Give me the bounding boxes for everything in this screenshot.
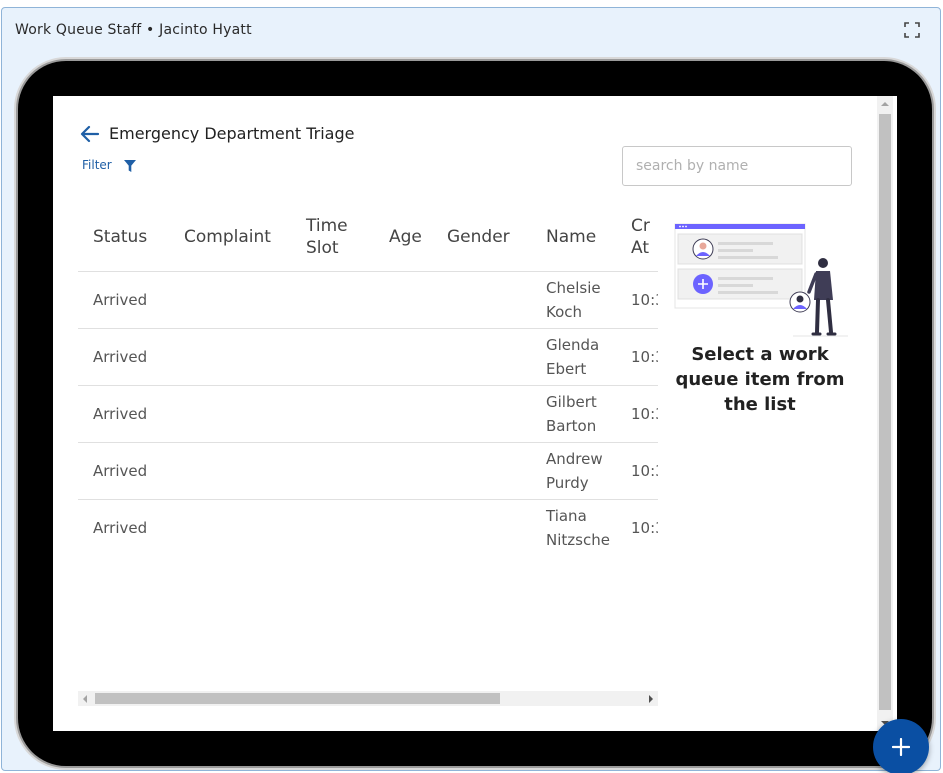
table-row[interactable]: Arrived Tiana Nitzsche 10:3 (78, 499, 658, 556)
cell-status: Arrived (78, 442, 168, 500)
column-header-text: Time (306, 216, 348, 237)
cell-gender (434, 328, 533, 386)
first-name: Andrew (546, 449, 603, 468)
filter-button[interactable]: Filter (82, 158, 112, 172)
cell-complaint (168, 442, 291, 500)
first-name: Glenda (546, 335, 600, 354)
tablet-screen: Emergency Department Triage Filter Statu… (53, 96, 897, 731)
cell-created-at: 10:3 (620, 385, 658, 443)
cell-status: Arrived (78, 271, 168, 329)
table-row[interactable]: Arrived Andrew Purdy 10:3 (78, 442, 658, 500)
column-header-text: At (631, 238, 649, 259)
horizontal-scroll-thumb[interactable] (95, 693, 500, 704)
cell-complaint (168, 328, 291, 386)
cell-age (368, 442, 434, 500)
last-name: Barton (546, 416, 597, 435)
cell-gender (434, 442, 533, 500)
last-name: Ebert (546, 359, 587, 378)
cell-gender (434, 385, 533, 443)
table-row[interactable]: Arrived Glenda Ebert 10:3 (78, 328, 658, 386)
cell-age (368, 328, 434, 386)
cell-time-slot (291, 328, 368, 386)
cell-name: Tiana Nitzsche (533, 499, 620, 556)
empty-state-line: Select a work (691, 344, 829, 365)
horizontal-scrollbar[interactable] (78, 691, 658, 706)
panel-title: Work Queue Staff • Jacinto Hyatt (15, 22, 252, 38)
search-input[interactable] (622, 146, 852, 186)
cell-name: Andrew Purdy (533, 442, 620, 500)
empty-state-line: the list (724, 394, 796, 415)
cell-name: Chelsie Koch (533, 271, 620, 329)
cell-name: Glenda Ebert (533, 328, 620, 386)
table-header-row: Status Complaint Time Slot Age Gender Nam… (78, 204, 658, 272)
cell-time-slot (291, 442, 368, 500)
empty-state-illustration (674, 223, 848, 337)
cell-age (368, 385, 434, 443)
empty-state-line: queue item from (675, 369, 845, 390)
cell-created-at: 10:3 (620, 271, 658, 329)
queue-table: Status Complaint Time Slot Age Gender Nam… (78, 204, 658, 556)
cell-complaint (168, 499, 291, 556)
cell-time-slot (291, 499, 368, 556)
scroll-up-icon[interactable] (881, 102, 889, 106)
last-name: Purdy (546, 473, 589, 492)
column-header-age[interactable]: Age (368, 204, 434, 272)
add-button[interactable] (873, 719, 929, 773)
column-header-time-slot[interactable]: Time Slot (291, 204, 368, 272)
cell-name: Gilbert Barton (533, 385, 620, 443)
cell-gender (434, 499, 533, 556)
cell-status: Arrived (78, 499, 168, 556)
queue-title: Emergency Department Triage (109, 124, 355, 143)
scroll-right-icon[interactable] (649, 695, 653, 703)
vertical-scroll-thumb[interactable] (879, 114, 891, 710)
cell-created-at: 10:3 (620, 328, 658, 386)
vertical-scrollbar[interactable] (877, 96, 893, 731)
column-header-text: Cr (631, 216, 650, 237)
first-name: Gilbert (546, 392, 597, 411)
arrow-left-icon[interactable] (80, 125, 100, 143)
cell-age (368, 271, 434, 329)
table-row[interactable]: Arrived Chelsie Koch 10:3 (78, 271, 658, 329)
cell-time-slot (291, 385, 368, 443)
expand-icon[interactable] (904, 22, 920, 38)
last-name: Nitzsche (546, 530, 610, 549)
empty-state-message: Select a work queue item from the list (665, 342, 855, 417)
column-header-status[interactable]: Status (78, 204, 168, 272)
cell-complaint (168, 271, 291, 329)
column-header-created-at[interactable]: Cr At (620, 204, 658, 272)
first-name: Tiana (546, 506, 587, 525)
queue-table-viewport: Status Complaint Time Slot Age Gender Nam… (78, 204, 658, 556)
cell-status: Arrived (78, 328, 168, 386)
tablet-device-frame: Emergency Department Triage Filter Statu… (18, 61, 932, 766)
last-name: Koch (546, 302, 583, 321)
cell-age (368, 499, 434, 556)
scroll-left-icon[interactable] (83, 695, 87, 703)
cell-gender (434, 271, 533, 329)
column-header-gender[interactable]: Gender (434, 204, 533, 272)
column-header-name[interactable]: Name (533, 204, 620, 272)
table-row[interactable]: Arrived Gilbert Barton 10:3 (78, 385, 658, 443)
cell-status: Arrived (78, 385, 168, 443)
plus-icon (892, 738, 910, 756)
first-name: Chelsie (546, 278, 601, 297)
funnel-icon[interactable] (124, 160, 136, 173)
cell-created-at: 10:3 (620, 442, 658, 500)
work-queue-panel: Work Queue Staff • Jacinto Hyatt Emergen… (1, 7, 941, 771)
column-header-text: Slot (306, 238, 339, 259)
column-header-complaint[interactable]: Complaint (168, 204, 291, 272)
cell-time-slot (291, 271, 368, 329)
cell-complaint (168, 385, 291, 443)
cell-created-at: 10:3 (620, 499, 658, 556)
